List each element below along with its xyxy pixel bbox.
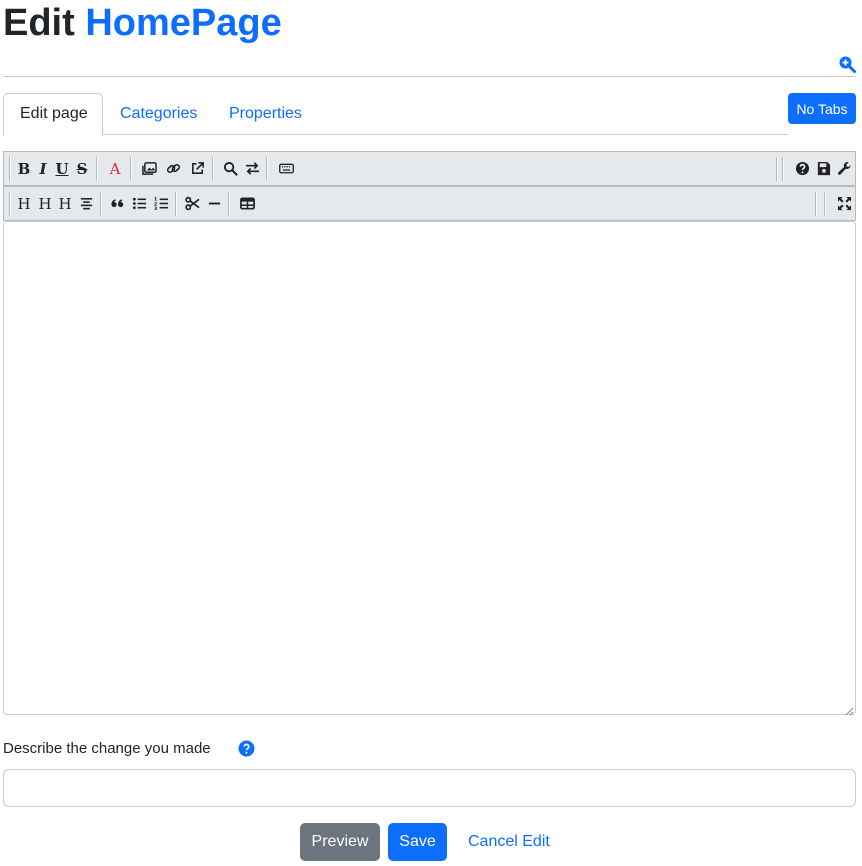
edit-page: Edit HomePage Edit page Categories Prope… — [0, 0, 862, 866]
heading-1-label: H — [17, 194, 31, 213]
heading-2-label: H — [38, 194, 52, 213]
title-prefix: Edit — [3, 2, 75, 44]
toolbar-separator — [266, 157, 268, 181]
image-icon[interactable] — [139, 152, 159, 185]
fullscreen-icon[interactable] — [834, 187, 854, 220]
align-center-icon[interactable] — [76, 187, 96, 220]
tab-categories[interactable]: Categories — [104, 93, 213, 135]
zoom-in-icon[interactable] — [838, 55, 856, 73]
toolbar-separator — [9, 192, 11, 216]
bullet-list-icon[interactable] — [129, 187, 149, 220]
toolbar-separator — [96, 157, 98, 181]
strikethrough-label: S — [76, 159, 88, 178]
save-icon[interactable] — [813, 152, 833, 185]
text-color-icon[interactable]: A — [105, 152, 125, 185]
heading-3-label: H — [58, 194, 72, 213]
editor-tabs: Edit page Categories Properties — [3, 93, 788, 136]
strikethrough-icon[interactable]: S — [72, 152, 92, 185]
cancel-edit-link[interactable]: Cancel Edit — [468, 823, 550, 861]
bold-icon[interactable]: B — [14, 152, 34, 185]
resize-grip-icon[interactable] — [844, 703, 854, 716]
underline-icon[interactable]: U — [52, 152, 72, 185]
toolbar-separator — [782, 157, 784, 181]
italic-icon[interactable]: I — [33, 152, 53, 185]
title-divider — [3, 76, 856, 77]
external-link-icon[interactable] — [187, 152, 207, 185]
table-icon[interactable] — [237, 187, 257, 220]
tab-properties[interactable]: Properties — [213, 93, 318, 135]
toolbar-separator — [212, 157, 214, 181]
cut-icon[interactable] — [182, 187, 202, 220]
heading-3-icon[interactable]: H — [55, 187, 75, 220]
heading-1-icon[interactable]: H — [14, 187, 34, 220]
heading-2-icon[interactable]: H — [35, 187, 55, 220]
toolbar-separator — [175, 192, 177, 216]
numbered-list-icon[interactable]: 123 — [151, 187, 171, 220]
toolbar-separator — [130, 157, 132, 181]
page-content-editor[interactable] — [3, 221, 856, 715]
italic-label: I — [39, 159, 47, 178]
page-title: Edit HomePage — [3, 0, 282, 46]
search-icon[interactable] — [220, 152, 240, 185]
toolbar-separator — [824, 192, 826, 216]
toolbar-separator — [776, 157, 778, 181]
text-color-label: A — [109, 159, 121, 178]
change-summary-label: Describe the change you made — [3, 740, 211, 757]
horizontal-rule-icon[interactable] — [204, 187, 224, 220]
toolbar-separator — [815, 192, 817, 216]
toolbar-separator — [228, 192, 230, 216]
save-button[interactable]: Save — [388, 823, 447, 861]
underline-label: U — [55, 159, 69, 178]
structure-toolbar: H H H 123 — [3, 186, 856, 221]
formatting-toolbar: B I U S A — [3, 151, 856, 186]
toolbar-separator — [100, 192, 102, 216]
svg-text:3: 3 — [154, 206, 157, 211]
replace-icon[interactable] — [242, 152, 262, 185]
no-tabs-button[interactable]: No Tabs — [788, 93, 856, 124]
bold-label: B — [17, 159, 31, 178]
help-icon[interactable] — [792, 152, 812, 185]
keyboard-icon[interactable] — [276, 152, 296, 185]
tab-edit-page[interactable]: Edit page — [3, 93, 103, 136]
blockquote-icon[interactable] — [107, 187, 127, 220]
change-summary-input[interactable] — [3, 769, 856, 807]
question-circle-icon[interactable] — [238, 740, 255, 757]
link-icon[interactable] — [163, 152, 183, 185]
preview-button[interactable]: Preview — [300, 823, 380, 861]
page-name-link[interactable]: HomePage — [85, 2, 281, 44]
toolbar-separator — [9, 157, 11, 181]
wrench-icon[interactable] — [834, 152, 854, 185]
